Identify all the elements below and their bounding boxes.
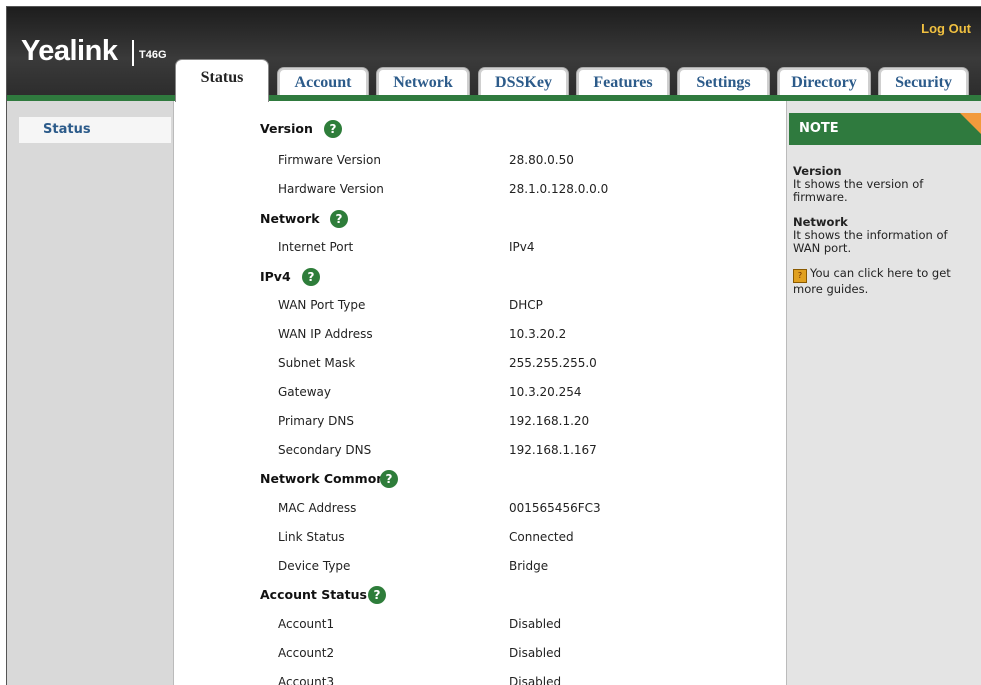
info-label: Secondary DNS bbox=[278, 443, 372, 457]
note-version: Version It shows the version of firmware… bbox=[793, 165, 973, 204]
info-label: WAN Port Type bbox=[278, 298, 366, 312]
web-ui-frame: Yealink T46G Log Out Status Account Netw… bbox=[6, 6, 981, 685]
logo-separator bbox=[132, 40, 134, 66]
tab-directory[interactable]: Directory bbox=[777, 67, 871, 98]
info-value: Connected bbox=[509, 530, 574, 544]
info-label: Account1 bbox=[278, 617, 335, 631]
help-icon[interactable]: ? bbox=[368, 586, 386, 604]
section-title-text: IPv4 bbox=[260, 269, 291, 284]
section-title-version: Version ? bbox=[260, 120, 342, 141]
left-sidebar: Status bbox=[7, 101, 174, 685]
info-label: Hardware Version bbox=[278, 182, 384, 196]
help-icon[interactable]: ? bbox=[324, 120, 342, 138]
info-label: Firmware Version bbox=[278, 153, 381, 167]
top-header: Yealink T46G Log Out Status Account Netw… bbox=[7, 7, 981, 102]
help-icon[interactable]: ? bbox=[330, 210, 348, 228]
note-network-text: It shows the information of WAN port. bbox=[793, 228, 948, 255]
tab-settings[interactable]: Settings bbox=[677, 67, 770, 98]
yealink-logo: Yealink bbox=[21, 35, 118, 67]
info-label: Device Type bbox=[278, 559, 351, 573]
info-value: Disabled bbox=[509, 617, 562, 631]
note-network: Network It shows the information of WAN … bbox=[793, 216, 973, 255]
info-value: 10.3.20.254 bbox=[509, 385, 582, 399]
tab-underline-bar bbox=[7, 95, 981, 101]
section-title-text: Version bbox=[260, 121, 313, 136]
info-value: 001565456FC3 bbox=[509, 501, 601, 515]
section-title-text: Network Common bbox=[260, 471, 386, 486]
info-label: MAC Address bbox=[278, 501, 357, 515]
info-value: DHCP bbox=[509, 298, 543, 312]
note-corner-triangle bbox=[960, 113, 981, 135]
tab-dsskey[interactable]: DSSKey bbox=[478, 67, 569, 98]
note-version-text: It shows the version of firmware. bbox=[793, 177, 924, 204]
section-title-text: Account Status bbox=[260, 587, 367, 602]
section-title-account-status: Account Status ? bbox=[260, 586, 386, 607]
section-title-network-common: Network Common ? bbox=[260, 470, 398, 491]
info-value: 255.255.255.0 bbox=[509, 356, 597, 370]
tab-network[interactable]: Network bbox=[376, 67, 470, 98]
info-label: WAN IP Address bbox=[278, 327, 373, 341]
tab-account[interactable]: Account bbox=[277, 67, 369, 98]
sidebar-item-status[interactable]: Status bbox=[19, 117, 171, 143]
info-value: IPv4 bbox=[509, 240, 535, 254]
info-label: Account2 bbox=[278, 646, 335, 660]
guides-link-text: You can click here to get more guides. bbox=[793, 266, 951, 296]
info-value: 192.168.1.20 bbox=[509, 414, 590, 428]
info-value: Disabled bbox=[509, 646, 562, 660]
help-icon[interactable]: ? bbox=[302, 268, 320, 286]
tab-features[interactable]: Features bbox=[576, 67, 670, 98]
guide-book-icon: ? bbox=[793, 269, 807, 283]
info-label: Link Status bbox=[278, 530, 345, 544]
section-title-ipv4: IPv4 ? bbox=[260, 268, 320, 289]
section-title-network: Network ? bbox=[260, 210, 348, 231]
help-icon[interactable]: ? bbox=[380, 470, 398, 488]
section-title-text: Network bbox=[260, 211, 320, 226]
info-label: Primary DNS bbox=[278, 414, 355, 428]
note-panel: NOTE Version It shows the version of fir… bbox=[786, 101, 981, 685]
info-label: Internet Port bbox=[278, 240, 354, 254]
info-value: Bridge bbox=[509, 559, 549, 573]
status-content: Version ? Firmware Version 28.80.0.50 Ha… bbox=[174, 101, 784, 685]
info-value: 28.80.0.50 bbox=[509, 153, 574, 167]
note-body: Version It shows the version of firmware… bbox=[793, 165, 973, 308]
tab-security[interactable]: Security bbox=[878, 67, 969, 98]
info-label: Gateway bbox=[278, 385, 332, 399]
info-value: 192.168.1.167 bbox=[509, 443, 597, 457]
guides-link[interactable]: ? You can click here to get more guides. bbox=[793, 267, 973, 296]
tab-status[interactable]: Status bbox=[175, 59, 269, 102]
model-label: T46G bbox=[139, 49, 167, 61]
info-value: 10.3.20.2 bbox=[509, 327, 567, 341]
info-value: 28.1.0.128.0.0.0 bbox=[509, 182, 609, 196]
note-heading: NOTE bbox=[789, 113, 981, 145]
logout-link[interactable]: Log Out bbox=[921, 21, 971, 36]
info-label: Subnet Mask bbox=[278, 356, 356, 370]
